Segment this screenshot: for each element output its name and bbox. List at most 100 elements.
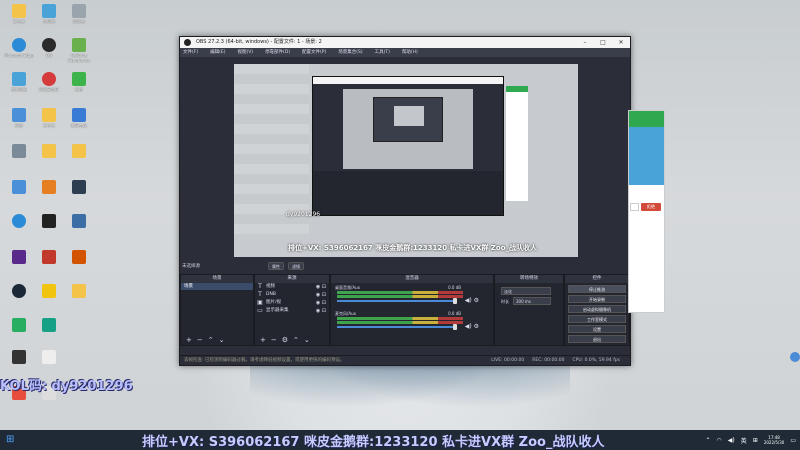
exit-button[interactable]: 退出 — [568, 335, 626, 343]
virtual-camera-button[interactable]: 启动虚拟摄像机 — [568, 305, 626, 313]
desktop-icon[interactable] — [32, 178, 66, 212]
gear-icon[interactable]: ⚙ — [474, 323, 479, 330]
menu-tools[interactable]: 工具(T) — [375, 48, 390, 57]
desktop-icon[interactable] — [32, 282, 66, 316]
desktop-icon[interactable]: Microsoft Edge — [2, 36, 36, 70]
up-icon[interactable]: ⌃ — [293, 336, 299, 344]
desktop-icon[interactable]: 腾讯会议 — [62, 106, 96, 140]
desktop-icon[interactable]: 网易云音乐 — [32, 70, 66, 104]
green-app-header — [629, 111, 664, 127]
volume-slider-handle[interactable] — [453, 324, 457, 330]
ime-indicator[interactable]: 英 — [741, 436, 747, 445]
scene-item[interactable]: 场景 — [181, 283, 253, 290]
studio-mode-button[interactable]: 工作室模式 — [568, 315, 626, 323]
menu-file[interactable]: 文件(F) — [183, 48, 198, 57]
transition-select[interactable]: 淡化 — [501, 287, 551, 295]
source-item[interactable]: T DNB ◉ ⊡ — [255, 291, 329, 299]
desktop-icon[interactable] — [2, 316, 36, 350]
menu-profile[interactable]: 配置文件(P) — [302, 48, 326, 57]
volume-icon[interactable]: ◀) — [728, 437, 735, 444]
desktop-icon[interactable] — [2, 248, 36, 282]
app-icon — [12, 350, 26, 364]
desktop-icon[interactable] — [62, 282, 96, 316]
volume-meter — [337, 321, 463, 324]
green-app-secondary-button[interactable] — [630, 203, 639, 211]
desktop-icon[interactable]: 回收站 — [62, 2, 96, 36]
up-icon[interactable]: ⌃ — [208, 336, 214, 344]
desktop-icon[interactable] — [2, 282, 36, 316]
close-button[interactable]: ✕ — [612, 37, 630, 48]
duration-input[interactable]: 300 ms — [513, 297, 551, 305]
desktop-icon[interactable] — [32, 316, 66, 350]
menu-scene-collection[interactable]: 场景集合(S) — [338, 48, 362, 57]
properties-button[interactable]: 属性 — [268, 262, 284, 270]
desktop-icon[interactable]: 文件夹 — [2, 2, 36, 36]
speaker-icon[interactable]: ◀) — [465, 323, 472, 330]
filters-button[interactable]: 滤镜 — [288, 262, 304, 270]
volume-slider-handle[interactable] — [453, 298, 457, 304]
eye-icon[interactable]: ◉ ⊡ — [316, 291, 326, 299]
folder-icon — [72, 144, 86, 158]
desktop-icon[interactable] — [62, 212, 96, 246]
eye-icon[interactable]: ◉ ⊡ — [316, 283, 326, 291]
network-icon[interactable]: ◠ — [717, 437, 722, 444]
start-recording-button[interactable]: 开始录制 — [568, 295, 626, 303]
chevron-up-icon[interactable]: ⌃ — [706, 437, 711, 444]
source-item[interactable]: ▭ 显示器采集 ◉ ⊡ — [255, 307, 329, 315]
text-source-icon: T — [258, 291, 262, 298]
source-item[interactable]: T 视频 ◉ ⊡ — [255, 283, 329, 291]
desktop-icon[interactable] — [62, 142, 96, 176]
settings-button[interactable]: 设置 — [568, 325, 626, 333]
desktop-icon[interactable] — [2, 142, 36, 176]
down-icon[interactable]: ⌄ — [304, 336, 310, 344]
desktop-icon[interactable]: 控制面板 — [2, 70, 36, 104]
minimize-button[interactable]: – — [576, 37, 594, 48]
side-assistant-icon[interactable] — [790, 352, 800, 362]
gear-icon[interactable]: ⚙ — [474, 297, 479, 304]
gear-icon[interactable]: ⚙ — [282, 336, 288, 344]
menu-help[interactable]: 帮助(H) — [402, 48, 418, 57]
grid-icon[interactable]: ⊞ — [753, 437, 758, 444]
desktop-icon[interactable] — [62, 178, 96, 212]
transitions-dock: 转场特效 淡化 时长 300 ms — [494, 274, 564, 346]
stop-streaming-button[interactable]: 停止推流 — [568, 285, 626, 293]
menu-view[interactable]: 视图(V) — [237, 48, 253, 57]
maximize-button[interactable]: □ — [594, 37, 612, 48]
desktop-icon[interactable]: QQ — [32, 36, 66, 70]
desktop-icon[interactable] — [2, 178, 36, 212]
reject-button[interactable]: 拒绝 — [641, 203, 661, 211]
desktop-icon[interactable]: 此电脑 — [32, 2, 66, 36]
obs-preview[interactable]: dy9201296 排位+VX: S396062167 咪皮金鹅群:123312… — [234, 64, 578, 257]
app-icon — [42, 180, 56, 194]
preview-handle-text: dy9201296 — [286, 211, 321, 218]
menu-docks[interactable]: 停靠部件(D) — [265, 48, 290, 57]
desktop-icon[interactable] — [32, 248, 66, 282]
down-icon[interactable]: ⌄ — [219, 336, 225, 344]
desktop-icon[interactable] — [62, 248, 96, 282]
speaker-icon[interactable]: ◀) — [465, 297, 472, 304]
mixer-channel: 桌面音频/Aux 0.0 dB ◀) ⚙ — [335, 285, 479, 304]
desktop-icon[interactable]: GeForce Experience — [62, 36, 96, 70]
add-icon[interactable]: + — [260, 336, 266, 344]
add-icon[interactable]: + — [186, 336, 192, 344]
app-icon — [72, 214, 86, 228]
eye-icon[interactable]: ◉ ⊡ — [316, 299, 326, 307]
source-item[interactable]: ▣ 图片/视 ◉ ⊡ — [255, 299, 329, 307]
eye-icon[interactable]: ◉ ⊡ — [316, 307, 326, 315]
volume-slider[interactable] — [337, 300, 455, 302]
remove-icon[interactable]: − — [197, 336, 203, 344]
remove-icon[interactable]: − — [271, 336, 277, 344]
desktop-icon[interactable] — [32, 212, 66, 246]
desktop-icon[interactable]: 文件夹 — [32, 106, 66, 140]
clock[interactable]: 17:48 2022/5/30 — [764, 435, 785, 445]
desktop-icon[interactable] — [2, 212, 36, 246]
desktop-icon[interactable]: 网络 — [2, 106, 36, 140]
notification-icon[interactable]: ▭ — [790, 437, 796, 444]
start-windows-icon[interactable]: ⊞ — [6, 435, 16, 445]
desktop-icon[interactable]: 微信 — [62, 70, 96, 104]
duration-label: 时长 — [501, 299, 509, 304]
volume-slider[interactable] — [337, 326, 455, 328]
menu-edit[interactable]: 编辑(E) — [210, 48, 225, 57]
desktop-icon[interactable] — [32, 142, 66, 176]
recycle-bin-icon — [72, 4, 86, 18]
